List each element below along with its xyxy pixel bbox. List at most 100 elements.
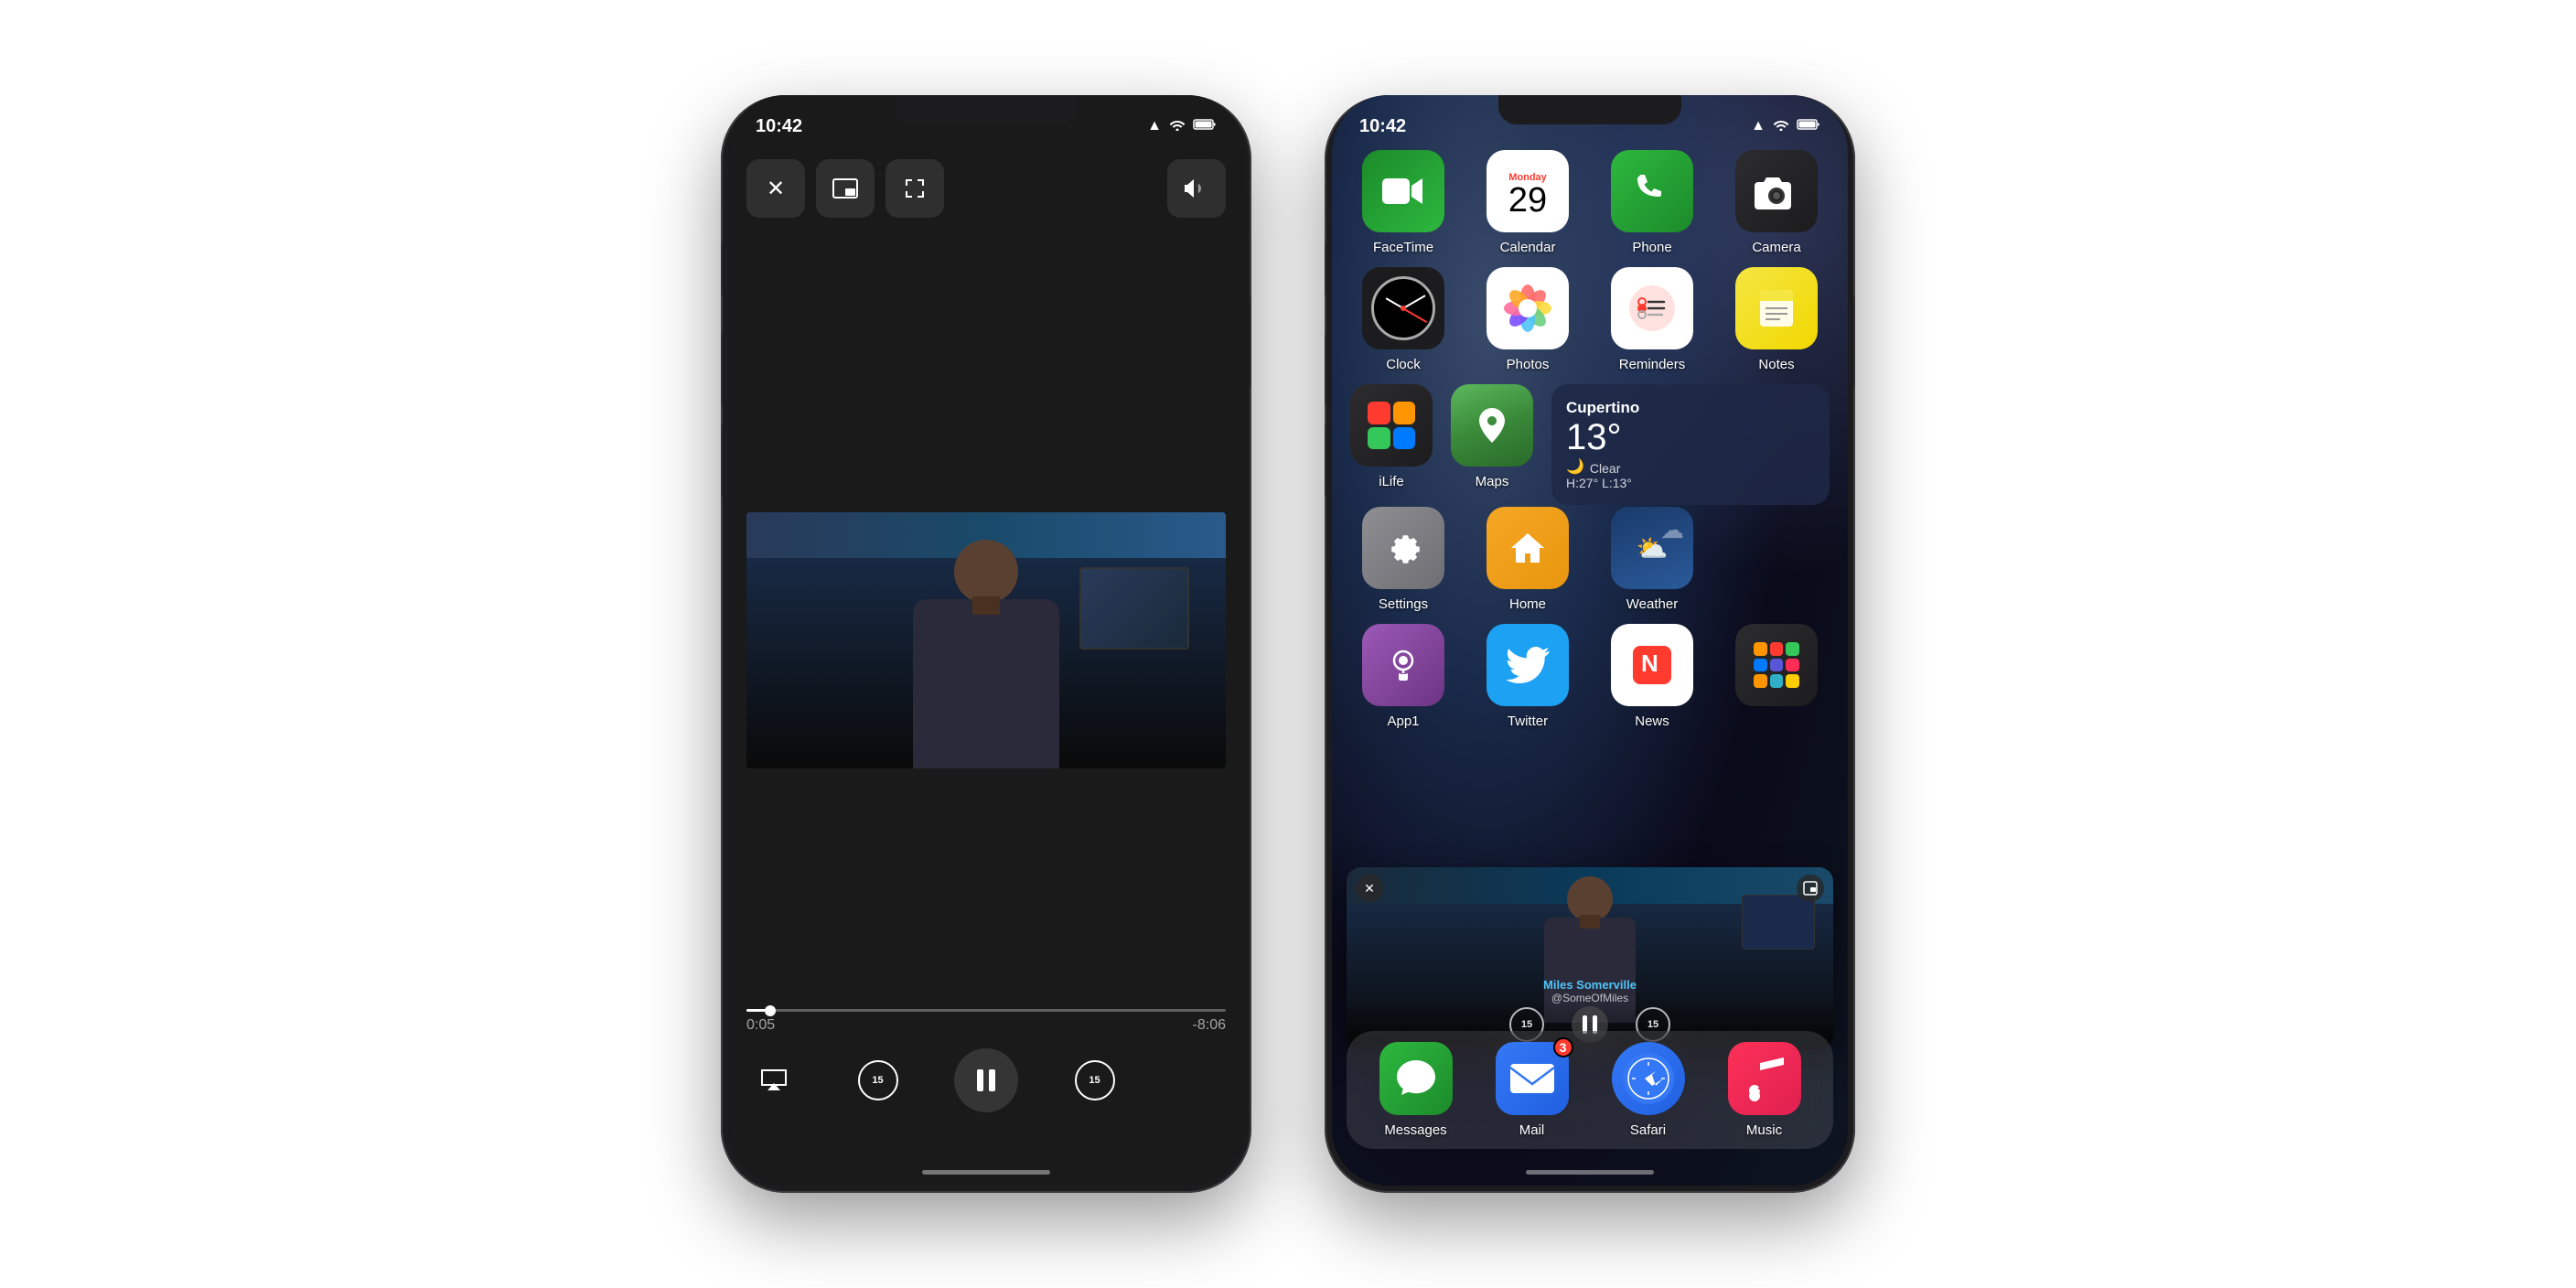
- clock-minute-hand: [1403, 295, 1426, 309]
- phone-2: 10:42 ▲: [1325, 95, 1855, 1193]
- phone-label: Phone: [1632, 240, 1671, 255]
- phone-1: 10:42 ▲: [721, 95, 1251, 1193]
- app-camera[interactable]: Camera: [1723, 150, 1830, 255]
- camera-label: Camera: [1752, 240, 1800, 255]
- app-twitter[interactable]: Twitter: [1475, 624, 1581, 729]
- app-calendar[interactable]: Monday 29 Calendar: [1475, 150, 1581, 255]
- phone1-screen: 10:42 ▲: [728, 95, 1244, 1186]
- dock-music[interactable]: Music: [1728, 1042, 1801, 1138]
- battery-icon-2: [1797, 118, 1820, 135]
- app-weather[interactable]: ☁ ⛅ Weather: [1599, 507, 1705, 612]
- pip-person-name: Miles Somerville: [1347, 978, 1833, 992]
- home-indicator-2[interactable]: [1526, 1170, 1654, 1175]
- app-home[interactable]: Home: [1475, 507, 1581, 612]
- app-clock[interactable]: Clock: [1350, 267, 1456, 372]
- safari-icon: [1612, 1042, 1685, 1115]
- dock-mail[interactable]: 3 Mail: [1496, 1042, 1569, 1138]
- close-button[interactable]: ✕: [746, 159, 805, 218]
- weather-widget[interactable]: Cupertino 13° 🌙 Clear H:27° L:13°: [1551, 384, 1830, 505]
- app-empty: [1723, 507, 1830, 612]
- pip-button[interactable]: [816, 159, 875, 218]
- volume-button[interactable]: [1167, 159, 1226, 218]
- pip-name-tag: Miles Somerville @SomeOfMiles: [1347, 978, 1833, 1004]
- mute-button[interactable]: [721, 242, 723, 296]
- app-row3-with-widget: iLife Maps Cupertino 13° 🌙: [1350, 384, 1830, 505]
- status-time: 10:42: [756, 116, 802, 137]
- weather-low: L:13°: [1602, 476, 1632, 490]
- app-ilife[interactable]: iLife: [1350, 384, 1433, 489]
- skip-back-button[interactable]: 15: [858, 1060, 898, 1100]
- facetime-icon: [1362, 150, 1444, 232]
- mute-button-2[interactable]: [1325, 242, 1326, 296]
- power-button[interactable]: [1250, 296, 1251, 388]
- facetime-label: FaceTime: [1373, 240, 1433, 255]
- volume-up-button[interactable]: [721, 333, 723, 406]
- home-icon: [1487, 507, 1569, 589]
- volume-down-button-2[interactable]: [1325, 424, 1326, 498]
- app-settings[interactable]: Settings: [1350, 507, 1456, 612]
- pip-expand-button[interactable]: [1797, 875, 1824, 902]
- news-icon: N: [1611, 624, 1693, 706]
- progress-bar-container[interactable]: 0:05 -8:06: [746, 1009, 1226, 1034]
- app-grid-app[interactable]: [1723, 624, 1830, 729]
- pip-overlay[interactable]: 15 15 Miles Somerville @SomeOf: [1347, 867, 1833, 1050]
- status-icons-2: ▲: [1751, 118, 1820, 135]
- app-notes[interactable]: Notes: [1723, 267, 1830, 372]
- home-label: Home: [1509, 596, 1546, 612]
- calendar-num: 29: [1508, 183, 1547, 218]
- mail-label: Mail: [1519, 1122, 1545, 1138]
- power-button-2[interactable]: [1853, 296, 1855, 388]
- app-photos[interactable]: Photos: [1475, 267, 1581, 372]
- clock-icon: [1362, 267, 1444, 349]
- app-grid-row4: Settings Home ☁ ⛅: [1350, 507, 1830, 612]
- maps-icon: [1451, 384, 1533, 467]
- app-podcast[interactable]: App1: [1350, 624, 1456, 729]
- photos-icon: [1487, 267, 1569, 349]
- app-phone[interactable]: Phone: [1599, 150, 1705, 255]
- notch: [895, 95, 1078, 124]
- current-time: 0:05: [746, 1017, 775, 1034]
- volume-up-button-2[interactable]: [1325, 333, 1326, 406]
- home-indicator[interactable]: [922, 1170, 1050, 1175]
- app-facetime[interactable]: FaceTime: [1350, 150, 1456, 255]
- airplay-button[interactable]: [746, 1053, 801, 1108]
- progress-track[interactable]: [746, 1009, 1226, 1012]
- app-news[interactable]: N News: [1599, 624, 1705, 729]
- pip-close-button[interactable]: ✕: [1356, 875, 1383, 902]
- home-screen: 10:42 ▲: [1332, 95, 1848, 1186]
- app-maps[interactable]: Maps: [1451, 384, 1533, 489]
- mail-badge: 3: [1553, 1037, 1573, 1057]
- phone2-screen: 10:42 ▲: [1332, 95, 1848, 1186]
- volume-down-button[interactable]: [721, 424, 723, 498]
- wifi-icon: [1169, 118, 1186, 135]
- camera-icon: [1735, 150, 1818, 232]
- ilife-label: iLife: [1379, 474, 1404, 489]
- notes-icon: [1735, 267, 1818, 349]
- weather-temp: 13°: [1566, 417, 1815, 457]
- weather-city: Cupertino: [1566, 399, 1815, 417]
- svg-text:N: N: [1641, 649, 1658, 677]
- video-controls-top: ✕: [746, 159, 1226, 218]
- dock: Messages 3 Mail: [1347, 1031, 1833, 1149]
- app-grid-row5: App1 Twitter N: [1350, 624, 1830, 729]
- skip-back-label: 15: [872, 1075, 883, 1086]
- clock-label: Clock: [1386, 357, 1421, 372]
- weather-condition: Clear: [1590, 461, 1620, 476]
- skip-fwd-button[interactable]: 15: [1075, 1060, 1115, 1100]
- app-grid-row2: Clock: [1350, 267, 1830, 372]
- expand-button[interactable]: [886, 159, 944, 218]
- phone-icon: [1611, 150, 1693, 232]
- video-player-screen: 10:42 ▲: [728, 95, 1244, 1186]
- notch-2: [1498, 95, 1681, 124]
- clock-second-hand: [1403, 307, 1428, 322]
- pause-button[interactable]: [954, 1048, 1018, 1112]
- signal-icon-2: ▲: [1751, 118, 1766, 134]
- dock-safari[interactable]: Safari: [1612, 1042, 1685, 1138]
- weather-label: Weather: [1626, 596, 1678, 612]
- dock-messages[interactable]: Messages: [1379, 1042, 1453, 1138]
- wifi-icon-2: [1773, 118, 1789, 135]
- app-reminders[interactable]: Reminders: [1599, 267, 1705, 372]
- settings-icon: [1362, 507, 1444, 589]
- progress-dot: [765, 1005, 776, 1016]
- photos-label: Photos: [1507, 357, 1550, 372]
